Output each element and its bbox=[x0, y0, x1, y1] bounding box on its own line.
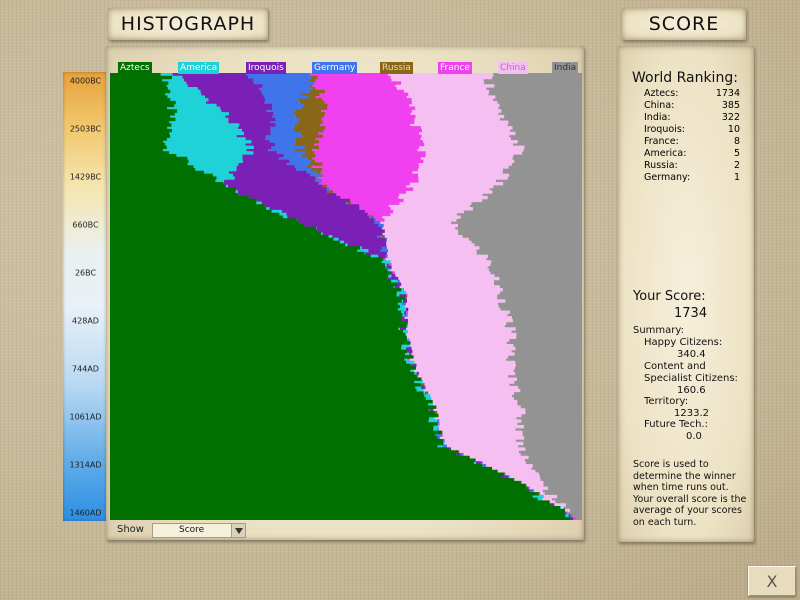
legend-russia: Russia bbox=[380, 62, 413, 74]
territory-label: Territory: bbox=[644, 396, 689, 407]
show-dropdown[interactable]: Score bbox=[152, 523, 246, 538]
happy-citizens-value: 340.4 bbox=[677, 349, 706, 360]
future-tech-label: Future Tech.: bbox=[644, 419, 708, 430]
score-note-line: average of your scores bbox=[633, 505, 742, 516]
ranking-civ-name: America: bbox=[644, 148, 687, 159]
your-score-title: Your Score: bbox=[633, 289, 706, 304]
happy-citizens-label: Happy Citizens: bbox=[644, 337, 723, 348]
legend-america: America bbox=[178, 62, 220, 74]
content-label-2: Specialist Citizens: bbox=[644, 373, 738, 384]
timeline-tick: 1429BC bbox=[69, 172, 102, 182]
timeline-tick: 744AD bbox=[72, 364, 99, 374]
legend-china: China bbox=[498, 62, 528, 74]
timeline-tick: 1061AD bbox=[69, 412, 102, 422]
ranking-row: Iroquois: 10 bbox=[644, 124, 740, 136]
timeline-tick: 428AD bbox=[72, 316, 99, 326]
chevron-down-icon[interactable] bbox=[231, 524, 245, 537]
show-dropdown-value: Score bbox=[179, 525, 205, 535]
timeline-tick: 4000BC bbox=[69, 76, 102, 86]
ranking-civ-score: 322 bbox=[721, 112, 740, 123]
legend-india: India bbox=[552, 62, 579, 74]
timeline-bar: 4000BC 2503BC 1429BC 660BC 26BC 428AD 744AD 106… bbox=[63, 72, 106, 521]
ranking-row: Germany: 1 bbox=[644, 172, 740, 184]
score-title: SCORE bbox=[622, 8, 746, 40]
histograph-title: HISTOGRAPH bbox=[108, 8, 268, 40]
world-ranking-title: World Ranking: bbox=[632, 70, 738, 86]
score-note-line: Score is used to bbox=[633, 459, 709, 470]
ranking-row: India: 322 bbox=[644, 112, 740, 124]
histograph-svg bbox=[110, 73, 582, 520]
timeline-tick: 1314AD bbox=[69, 460, 102, 470]
histograph-title-text: HISTOGRAPH bbox=[120, 13, 256, 35]
ranking-civ-name: Aztecs: bbox=[644, 88, 679, 99]
legend-germany: Germany bbox=[312, 62, 358, 74]
ranking-row: France: 8 bbox=[644, 136, 740, 148]
ranking-civ-score: 385 bbox=[721, 100, 740, 111]
ranking-civ-name: Russia: bbox=[644, 160, 678, 171]
ranking-civ-score: 10 bbox=[727, 124, 740, 135]
close-icon: X bbox=[766, 571, 778, 591]
score-title-text: SCORE bbox=[648, 13, 720, 35]
legend-iroquois: Iroquois bbox=[246, 62, 286, 74]
ranking-row: America: 5 bbox=[644, 148, 740, 160]
ranking-row: Aztecs: 1734 bbox=[644, 88, 740, 100]
timeline-tick: 660BC bbox=[72, 220, 99, 230]
score-note-line: determine the winner bbox=[633, 470, 736, 482]
ranking-row: Russia: 2 bbox=[644, 160, 740, 172]
timeline-tick: 1460AD bbox=[69, 508, 102, 518]
histograph-chart bbox=[110, 73, 582, 520]
ranking-civ-score: 1 bbox=[733, 172, 740, 183]
score-note-line: when time runs out. bbox=[633, 482, 729, 493]
ranking-civ-score: 5 bbox=[733, 148, 740, 159]
ranking-civ-score: 8 bbox=[733, 136, 740, 147]
timeline-tick: 26BC bbox=[74, 268, 97, 278]
ranking-civ-name: France: bbox=[644, 136, 679, 147]
score-note-line: on each turn. bbox=[633, 516, 697, 528]
ranking-civ-score: 1734 bbox=[715, 88, 740, 99]
ranking-civ-name: India: bbox=[644, 112, 671, 123]
ranking-civ-name: China: bbox=[644, 100, 675, 111]
content-label-1: Content and bbox=[644, 361, 706, 372]
your-score-value: 1734 bbox=[674, 306, 708, 321]
ranking-row: China: 385 bbox=[644, 100, 740, 112]
future-tech-value: 0.0 bbox=[686, 431, 702, 442]
timeline-tick: 2503BC bbox=[69, 124, 102, 134]
score-note-line: Your overall score is the bbox=[633, 493, 747, 505]
ranking-civ-name: Iroquois: bbox=[644, 124, 685, 135]
show-label: Show bbox=[117, 524, 144, 535]
ranking-civ-name: Germany: bbox=[644, 172, 691, 183]
close-button[interactable]: X bbox=[748, 566, 796, 596]
ranking-civ-score: 2 bbox=[733, 160, 740, 171]
summary-label: Summary: bbox=[633, 325, 684, 336]
legend-aztecs: Aztecs bbox=[118, 62, 152, 74]
legend-france: France bbox=[438, 62, 472, 74]
